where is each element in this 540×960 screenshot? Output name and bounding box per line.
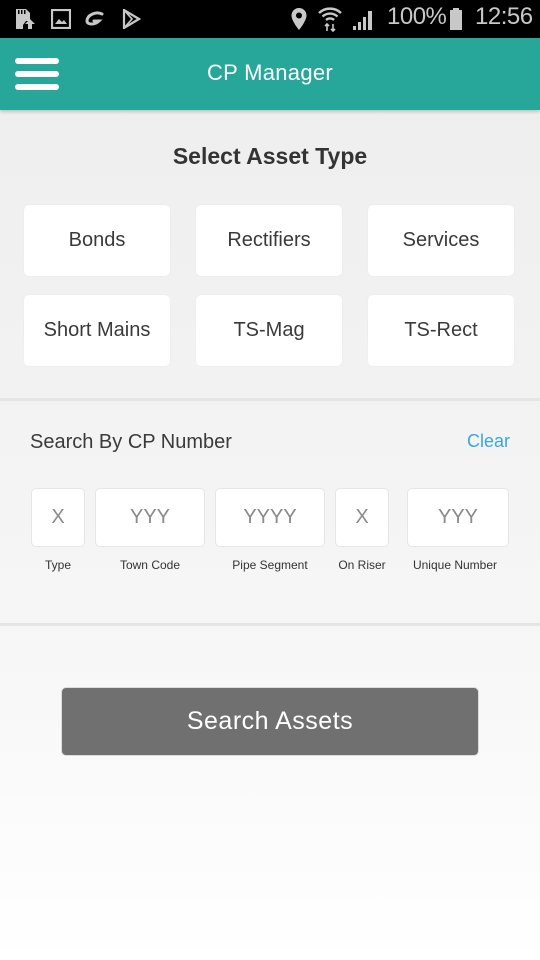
type-input[interactable]	[31, 488, 85, 547]
asset-type-ts-mag-button[interactable]: TS-Mag	[196, 295, 342, 366]
asset-type-short-mains-button[interactable]: Short Mains	[24, 295, 170, 366]
asset-type-services-button[interactable]: Services	[368, 205, 514, 276]
type-caption: Type	[44, 558, 71, 572]
section-divider	[0, 623, 540, 626]
on-riser-caption: On Riser	[338, 558, 386, 572]
search-assets-button[interactable]: Search Assets	[61, 687, 479, 756]
pipe-segment-caption: Pipe Segment	[232, 558, 308, 572]
pipe-segment-input[interactable]	[215, 488, 325, 547]
on-riser-input[interactable]	[335, 488, 389, 547]
status-bar: 100% 12:56	[0, 0, 540, 38]
app-title: CP Manager	[206, 60, 334, 85]
clock: 12:56	[475, 3, 533, 30]
gallery-icon	[50, 0, 72, 38]
section-divider	[0, 398, 540, 401]
town-code-input[interactable]	[95, 488, 205, 547]
asset-type-ts-rect-button[interactable]: TS-Rect	[368, 295, 514, 366]
town-code-caption: Town Code	[119, 558, 181, 572]
screen: 100% 12:56 CP Manager Select Asset Type …	[0, 0, 540, 960]
sd-card-upload-icon	[12, 0, 38, 38]
play-store-icon	[120, 0, 142, 38]
location-icon	[288, 0, 310, 38]
app-bar: CP Manager	[0, 38, 540, 110]
g-app-icon	[84, 0, 108, 38]
clear-button[interactable]: Clear	[467, 431, 510, 452]
wifi-icon	[316, 0, 344, 38]
asset-type-rectifiers-button[interactable]: Rectifiers	[196, 205, 342, 276]
cp-search-heading: Search By CP Number	[30, 431, 232, 453]
unique-number-input[interactable]	[407, 488, 509, 547]
asset-type-heading: Select Asset Type	[172, 143, 368, 169]
battery-percent: 100%	[387, 3, 447, 30]
asset-type-bonds-button[interactable]: Bonds	[24, 205, 170, 276]
unique-number-caption: Unique Number	[412, 558, 498, 572]
battery-icon	[447, 0, 465, 38]
signal-icon	[350, 0, 376, 38]
